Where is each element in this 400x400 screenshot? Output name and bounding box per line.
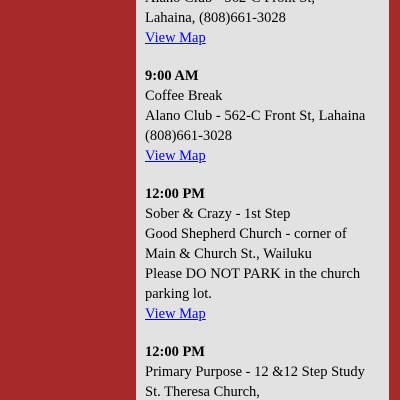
meeting-entry: 12:00 PM Sober & Crazy - 1st Step Good S… [145, 184, 389, 324]
meeting-entry: 9:00 AM Coffee Break Alano Club - 562-C … [145, 66, 389, 166]
meeting-time: 12:00 PM [145, 344, 205, 360]
view-map-link[interactable]: View Map [145, 304, 206, 324]
meeting-entry: 12:00 PM Primary Purpose - 12 &12 Step S… [145, 342, 389, 400]
meeting-note: parking lot. [145, 286, 212, 302]
view-map-link[interactable]: View Map [145, 146, 206, 166]
meeting-phone: (808)661-3028 [145, 128, 232, 144]
meeting-location: Good Shepherd Church - corner of [145, 226, 347, 242]
meeting-name: Sober & Crazy - 1st Step [145, 206, 291, 222]
meeting-time: 12:00 PM [145, 186, 205, 202]
meeting-list-panel: Alano Club - 562-C Front St, Lahaina, (8… [136, 0, 389, 400]
meeting-name: Coffee Break [145, 88, 223, 104]
meeting-location: Alano Club - 562-C Front St, Lahaina [145, 108, 366, 124]
meeting-entry: Alano Club - 562-C Front St, Lahaina, (8… [145, 0, 389, 48]
meeting-list: Alano Club - 562-C Front St, Lahaina, (8… [145, 0, 389, 400]
meeting-location: Lahaina, (808)661-3028 [145, 10, 286, 26]
meeting-name: Primary Purpose - 12 &12 Step Study [145, 364, 365, 380]
meeting-note: Please DO NOT PARK in the church [145, 266, 361, 282]
meeting-time: 9:00 AM [145, 68, 199, 84]
meeting-location: Main & Church St., Wailuku [145, 246, 312, 262]
meeting-location: Alano Club - 562-C Front St, [145, 0, 389, 8]
meeting-location: St. Theresa Church, [145, 384, 260, 400]
view-map-link[interactable]: View Map [145, 28, 206, 48]
